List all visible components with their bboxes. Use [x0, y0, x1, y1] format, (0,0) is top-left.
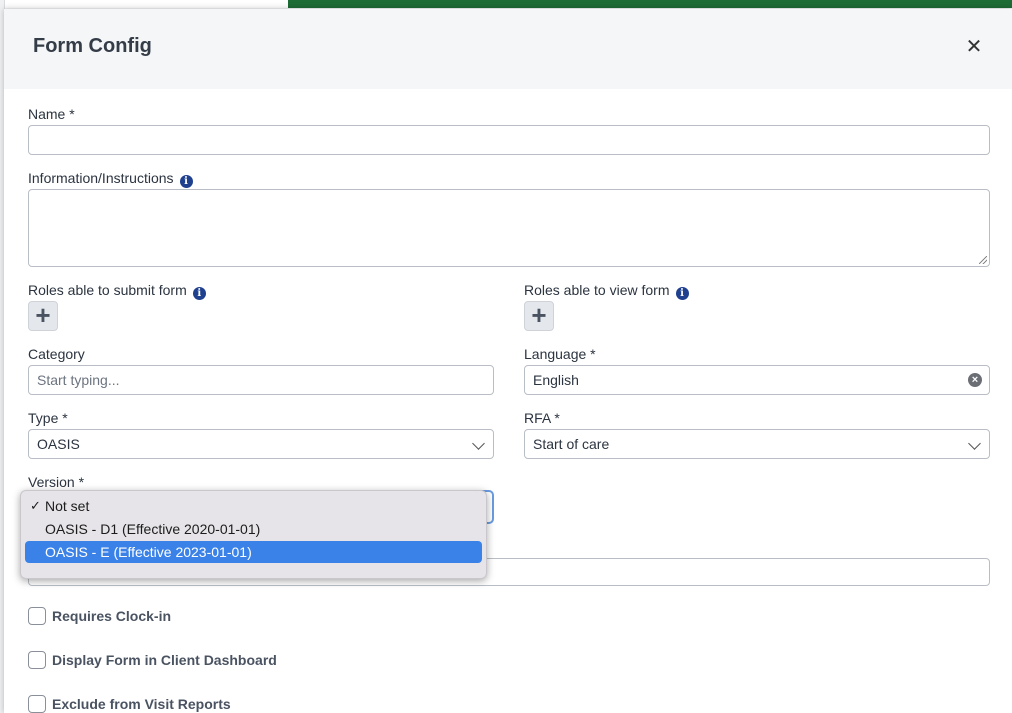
plus-icon: +	[531, 300, 547, 330]
display-dashboard-label: Display Form in Client Dashboard	[52, 652, 277, 668]
chevron-down-icon	[472, 437, 485, 450]
name-label: Name *	[28, 106, 75, 122]
info-icon[interactable]: i	[675, 287, 689, 300]
close-icon[interactable]: ✕	[964, 37, 984, 57]
type-label: Type *	[28, 410, 68, 426]
exclude-visit-reports-label: Exclude from Visit Reports	[52, 696, 231, 712]
version-option-not-set[interactable]: ✓ Not set	[25, 495, 482, 517]
modal-title: Form Config	[33, 35, 152, 57]
instructions-textarea[interactable]	[28, 189, 990, 267]
info-icon[interactable]: i	[179, 175, 193, 188]
language-label: Language *	[524, 346, 596, 362]
clear-icon[interactable]: ×	[968, 373, 982, 387]
rfa-label: RFA *	[524, 410, 560, 426]
plus-icon: +	[35, 300, 51, 330]
roles-view-label: Roles able to view form i	[524, 282, 689, 300]
chevron-down-icon	[968, 437, 981, 450]
info-icon[interactable]: i	[192, 287, 206, 300]
background-app-bar	[0, 0, 1012, 8]
add-view-role-button[interactable]: +	[524, 301, 554, 331]
rfa-select[interactable]: Start of care	[524, 429, 990, 459]
resize-handle[interactable]	[979, 256, 987, 264]
version-label: Version *	[28, 474, 85, 490]
language-select[interactable]: English ×	[524, 365, 990, 395]
roles-submit-label: Roles able to submit form i	[28, 282, 206, 300]
version-option-e[interactable]: OASIS - E (Effective 2023-01-01)	[25, 541, 482, 563]
background-header-green	[288, 0, 1012, 8]
type-select[interactable]: OASIS	[28, 429, 494, 459]
version-dropdown: ✓ Not set OASIS - D1 (Effective 2020-01-…	[20, 490, 487, 579]
exclude-visit-reports-checkbox[interactable]	[28, 695, 46, 713]
display-dashboard-checkbox[interactable]	[28, 651, 46, 669]
name-input[interactable]	[28, 125, 990, 155]
modal-header: Form Config ✕	[4, 9, 1012, 89]
form-config-modal: Form Config ✕ Name * Information/Instruc…	[4, 9, 1012, 713]
checkmark-icon: ✓	[30, 498, 41, 513]
add-submit-role-button[interactable]: +	[28, 301, 58, 331]
instructions-label: Information/Instructions i	[28, 170, 193, 188]
requires-clockin-label: Requires Clock-in	[52, 608, 172, 624]
requires-clockin-checkbox[interactable]	[28, 607, 46, 625]
category-label: Category	[28, 346, 85, 362]
version-option-d1[interactable]: OASIS - D1 (Effective 2020-01-01)	[25, 518, 482, 540]
category-input[interactable]: Start typing...	[28, 365, 494, 395]
